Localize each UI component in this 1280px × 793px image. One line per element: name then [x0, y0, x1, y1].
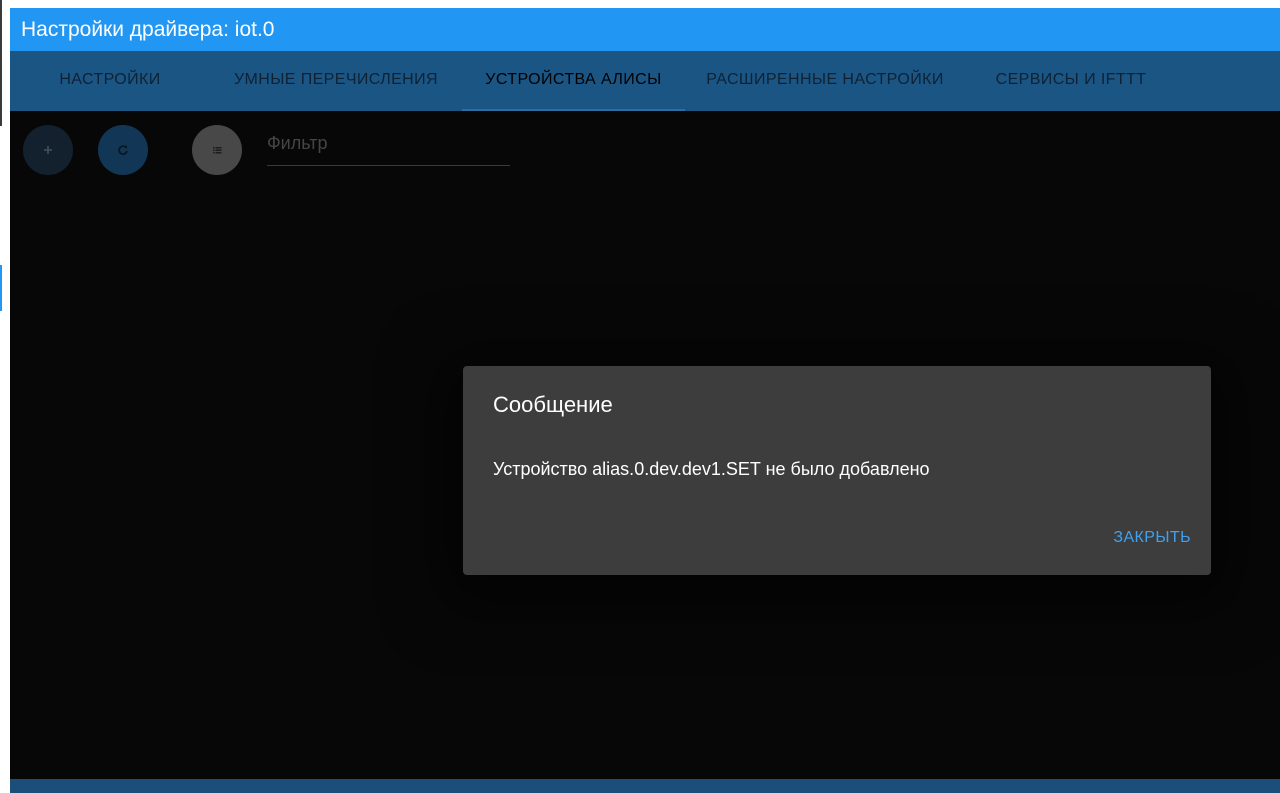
- close-button[interactable]: ЗАКРЫТЬ: [1113, 529, 1191, 547]
- tab-label: УСТРОЙСТВА АЛИСЫ: [485, 71, 662, 88]
- dialog-title: Сообщение: [493, 392, 613, 417]
- tab-settings[interactable]: НАСТРОЙКИ: [10, 51, 210, 111]
- background-window-edge: [0, 0, 2, 126]
- tab-extended-settings[interactable]: РАСШИРЕННЫЕ НАСТРОЙКИ: [685, 51, 965, 111]
- tab-label: РАСШИРЕННЫЕ НАСТРОЙКИ: [706, 71, 944, 88]
- tab-smart-enums[interactable]: УМНЫЕ ПЕРЕЧИСЛЕНИЯ: [210, 51, 462, 111]
- tab-alice-devices[interactable]: УСТРОЙСТВА АЛИСЫ: [462, 51, 685, 111]
- screen: Настройки драйвера: iot.0 НАСТРОЙКИ УМНЫ…: [0, 0, 1280, 793]
- tab-services-ifttt[interactable]: СЕРВИСЫ И IFTTT: [965, 51, 1177, 111]
- message-dialog: Сообщение Устройство alias.0.dev.dev1.SE…: [463, 366, 1211, 575]
- tab-label: НАСТРОЙКИ: [59, 71, 161, 88]
- window-title: Настройки драйвера: iot.0: [10, 8, 1280, 51]
- tab-label: СЕРВИСЫ И IFTTT: [995, 71, 1147, 88]
- bottom-bar: [10, 779, 1280, 793]
- tab-bar: НАСТРОЙКИ УМНЫЕ ПЕРЕЧИСЛЕНИЯ УСТРОЙСТВА …: [10, 51, 1280, 111]
- background-window-accent: [0, 265, 2, 311]
- dialog-message: Устройство alias.0.dev.dev1.SET не было …: [493, 459, 930, 479]
- tab-label: УМНЫЕ ПЕРЕЧИСЛЕНИЯ: [233, 71, 438, 88]
